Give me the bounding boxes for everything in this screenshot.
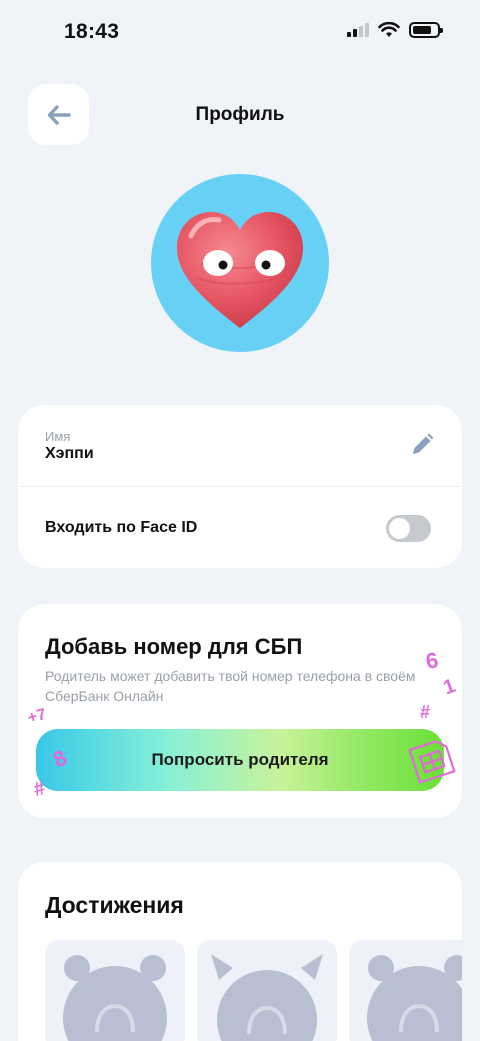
achievement-tile[interactable] <box>45 940 185 1041</box>
cellular-signal-icon <box>347 23 369 37</box>
achievement-tile[interactable] <box>349 940 462 1041</box>
sbp-description: Родитель может добавить твой номер телеф… <box>45 668 416 704</box>
toggle-knob <box>389 518 410 539</box>
faceid-row: Входить по Face ID <box>18 487 462 568</box>
edit-name-button[interactable] <box>408 431 436 459</box>
status-time: 18:43 <box>64 20 120 43</box>
doodle-hash-right: # <box>420 702 431 722</box>
locked-achievement-icon <box>211 954 323 1041</box>
status-bar: 18:43 <box>0 0 480 64</box>
locked-achievement-icon <box>367 955 462 1041</box>
profile-card: Имя Хэппи Входить по Face ID <box>18 405 462 568</box>
page-title: Профиль <box>195 104 285 125</box>
sbp-title: Добавь номер для СБП <box>45 634 303 659</box>
name-value: Хэппи <box>45 445 94 462</box>
wifi-icon <box>378 22 400 37</box>
doodle-six: 6 <box>423 647 441 674</box>
status-icons <box>347 22 443 38</box>
faceid-toggle[interactable] <box>386 515 431 542</box>
header: Профиль <box>0 84 480 148</box>
doodle-one: 1 <box>440 674 459 700</box>
achievements-title: Достижения <box>45 892 184 918</box>
achievements-card: Достижения <box>18 862 462 1041</box>
name-label: Имя <box>45 429 71 444</box>
battery-icon <box>409 22 443 38</box>
avatar[interactable] <box>151 174 329 352</box>
sbp-card: Добавь номер для СБП Родитель может доба… <box>18 604 462 818</box>
achievement-tile[interactable] <box>197 940 337 1041</box>
ask-parent-button[interactable]: Попросить родителя <box>36 729 444 791</box>
doodle-plus-seven: +7 <box>25 705 49 728</box>
ask-parent-button-label: Попросить родителя <box>151 750 329 769</box>
heart-character-icon <box>177 212 303 328</box>
pencil-icon <box>413 433 434 454</box>
sim-card-doodle-icon <box>408 740 456 784</box>
faceid-label: Входить по Face ID <box>45 519 198 536</box>
locked-achievement-icon <box>63 955 167 1041</box>
name-row[interactable]: Имя Хэппи <box>18 405 462 487</box>
